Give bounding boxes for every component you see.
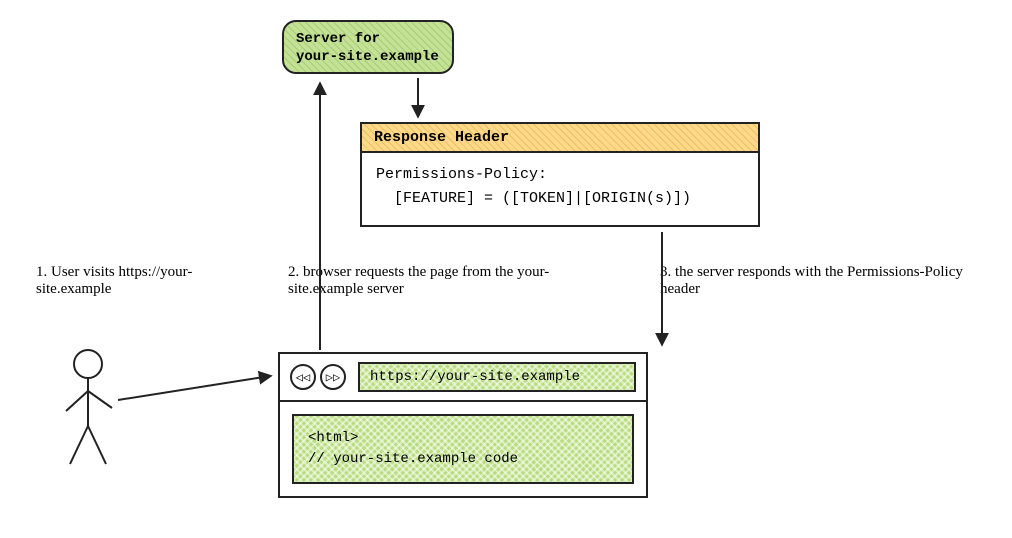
caption-2: 2. browser requests the page from the yo… [288, 264, 588, 298]
browser-window: ◁◁ ▷▷ https://your-site.example <html> /… [278, 352, 648, 498]
response-header-line1: Permissions-Policy: [376, 163, 744, 187]
server-box: Server for your-site.example [282, 20, 454, 74]
response-header-title: Response Header [362, 124, 758, 153]
forward-button[interactable]: ▷▷ [320, 364, 346, 390]
code-line1: <html> [308, 428, 618, 449]
user-stick-figure [58, 346, 128, 476]
response-header-line2: [FEATURE] = ([TOKEN]|[ORIGIN(s)]) [376, 187, 744, 211]
response-header-box: Response Header Permissions-Policy: [FEA… [360, 122, 760, 227]
page-code-box: <html> // your-site.example code [292, 414, 634, 484]
response-header-body: Permissions-Policy: [FEATURE] = ([TOKEN]… [362, 153, 758, 225]
code-line2: // your-site.example code [308, 449, 618, 470]
arrow-user-to-browser [118, 376, 270, 400]
back-icon: ◁◁ [296, 370, 310, 385]
server-label-line2: your-site.example [296, 48, 440, 66]
forward-icon: ▷▷ [326, 370, 340, 385]
back-button[interactable]: ◁◁ [290, 364, 316, 390]
url-bar[interactable]: https://your-site.example [358, 362, 636, 392]
browser-toolbar: ◁◁ ▷▷ https://your-site.example [280, 354, 646, 402]
caption-1: 1. User visits https://your-site.example [36, 264, 246, 298]
caption-3: 3. the server responds with the Permissi… [660, 264, 970, 298]
server-label-line1: Server for [296, 30, 440, 48]
browser-body: <html> // your-site.example code [280, 402, 646, 496]
